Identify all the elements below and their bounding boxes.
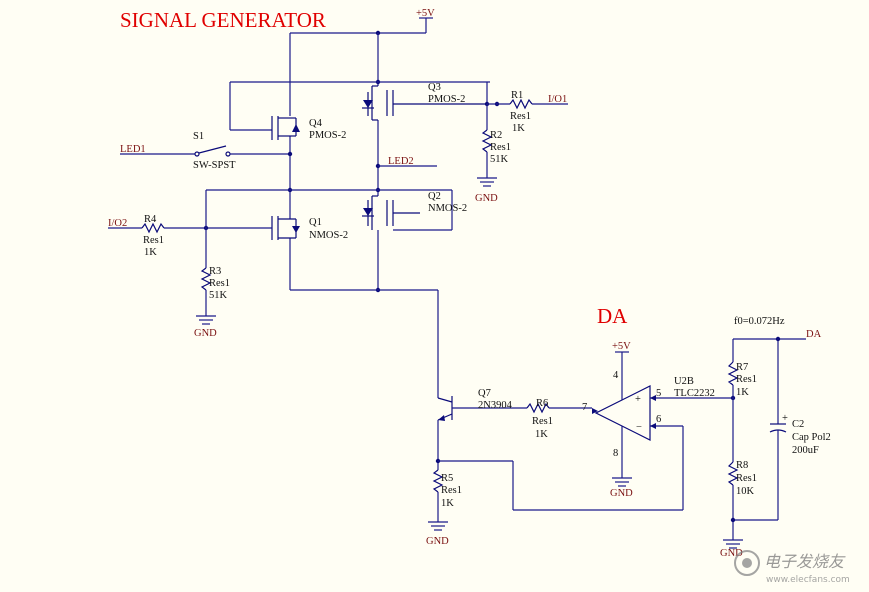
c2-value: 200uF: [792, 445, 819, 456]
r8-value: 10K: [736, 486, 755, 497]
u2b-type: TLC2232: [674, 388, 715, 399]
r3-ref: R3: [209, 266, 221, 277]
gnd-symbol-r3: GND: [194, 315, 217, 339]
svg-text:GND: GND: [610, 488, 633, 499]
r5-type: Res1: [441, 485, 462, 496]
c2-ref: C2: [792, 419, 804, 430]
svg-text:GND: GND: [426, 536, 449, 547]
q2-type: NMOS-2: [428, 203, 467, 214]
q3-pmos-symbol: [362, 85, 487, 121]
freq-note: f0=0.072Hz: [734, 316, 785, 327]
r7-type: Res1: [736, 374, 757, 385]
schematic: SIGNAL GENERATOR DA +5V Q3 PMOS-2 R1 Res…: [108, 8, 850, 585]
r2-value: 51K: [490, 154, 509, 165]
svg-text:+5V: +5V: [612, 341, 631, 352]
c2-capacitor: +: [769, 413, 788, 520]
q3-type: PMOS-2: [428, 94, 465, 105]
r1-ref: R1: [511, 90, 523, 101]
svg-text:+5V: +5V: [416, 8, 435, 19]
s1-switch: [194, 145, 290, 157]
r4-value: 1K: [144, 247, 157, 258]
s1-ref: S1: [193, 131, 204, 142]
svg-text:GND: GND: [194, 328, 217, 339]
net-io1: I/O1: [548, 94, 567, 105]
r1-value: 1K: [512, 123, 525, 134]
r7-ref: R7: [736, 362, 748, 373]
r1-type: Res1: [510, 111, 531, 122]
net-led1: LED1: [120, 144, 146, 155]
q1-ref: Q1: [309, 217, 322, 228]
q2-nmos-symbol: [362, 195, 420, 230]
r6-ref: R6: [536, 398, 548, 409]
svg-text:GND: GND: [475, 193, 498, 204]
u2b-minus-symbol: −: [636, 422, 642, 433]
r2-type: Res1: [490, 142, 511, 153]
r8-type: Res1: [736, 473, 757, 484]
svg-text:www.elecfans.com: www.elecfans.com: [766, 575, 850, 585]
q1-nmos-symbol: [271, 216, 300, 240]
svg-text:+: +: [782, 413, 788, 424]
u2b-pin8: 8: [613, 448, 618, 459]
q4-ref: Q4: [309, 118, 323, 129]
gnd-symbol-r2: GND: [475, 177, 498, 204]
net-led2: LED2: [388, 156, 414, 167]
svg-text:电子发烧友: 电子发烧友: [764, 552, 846, 571]
net-da: DA: [806, 329, 822, 340]
u2b-plus-symbol: +: [635, 394, 641, 405]
q1-type: NMOS-2: [309, 230, 348, 241]
s1-type: SW-SPST: [193, 160, 236, 171]
u2b-ref: U2B: [674, 376, 694, 387]
gnd-symbol-amp: GND: [610, 477, 633, 499]
r6-value: 1K: [535, 429, 548, 440]
q4-pmos-symbol: [271, 116, 300, 140]
r2-ref: R2: [490, 130, 502, 141]
u2b-pin5: 5: [656, 388, 661, 399]
r4-ref: R4: [144, 214, 157, 225]
q7-ref: Q7: [478, 388, 491, 399]
vcc-top-symbol: +5V: [416, 8, 435, 33]
q2-ref: Q2: [428, 191, 441, 202]
r5-value: 1K: [441, 498, 454, 509]
r3-type: Res1: [209, 278, 230, 289]
r4-type: Res1: [143, 235, 164, 246]
r7-value: 1K: [736, 387, 749, 398]
gnd-symbol-r5: GND: [426, 521, 449, 547]
u2b-pin6: 6: [656, 414, 661, 425]
vcc-amp-symbol: +5V: [612, 341, 631, 353]
u2b-pin7: 7: [582, 402, 587, 413]
gnd-symbol-rc: GND: [720, 539, 743, 559]
title-da: DA: [597, 304, 628, 328]
q3-ref: Q3: [428, 82, 441, 93]
r5-ref: R5: [441, 473, 453, 484]
title-signal-generator: SIGNAL GENERATOR: [120, 8, 326, 32]
c2-type: Cap Pol2: [792, 432, 831, 443]
q4-type: PMOS-2: [309, 130, 346, 141]
watermark-logo: 电子发烧友 www.elecfans.com: [734, 550, 850, 585]
u2b-pin4: 4: [613, 370, 619, 381]
q7-type: 2N3904: [478, 400, 513, 411]
net-io2: I/O2: [108, 218, 127, 229]
r3-value: 51K: [209, 290, 228, 301]
r8-ref: R8: [736, 460, 748, 471]
r6-type: Res1: [532, 416, 553, 427]
